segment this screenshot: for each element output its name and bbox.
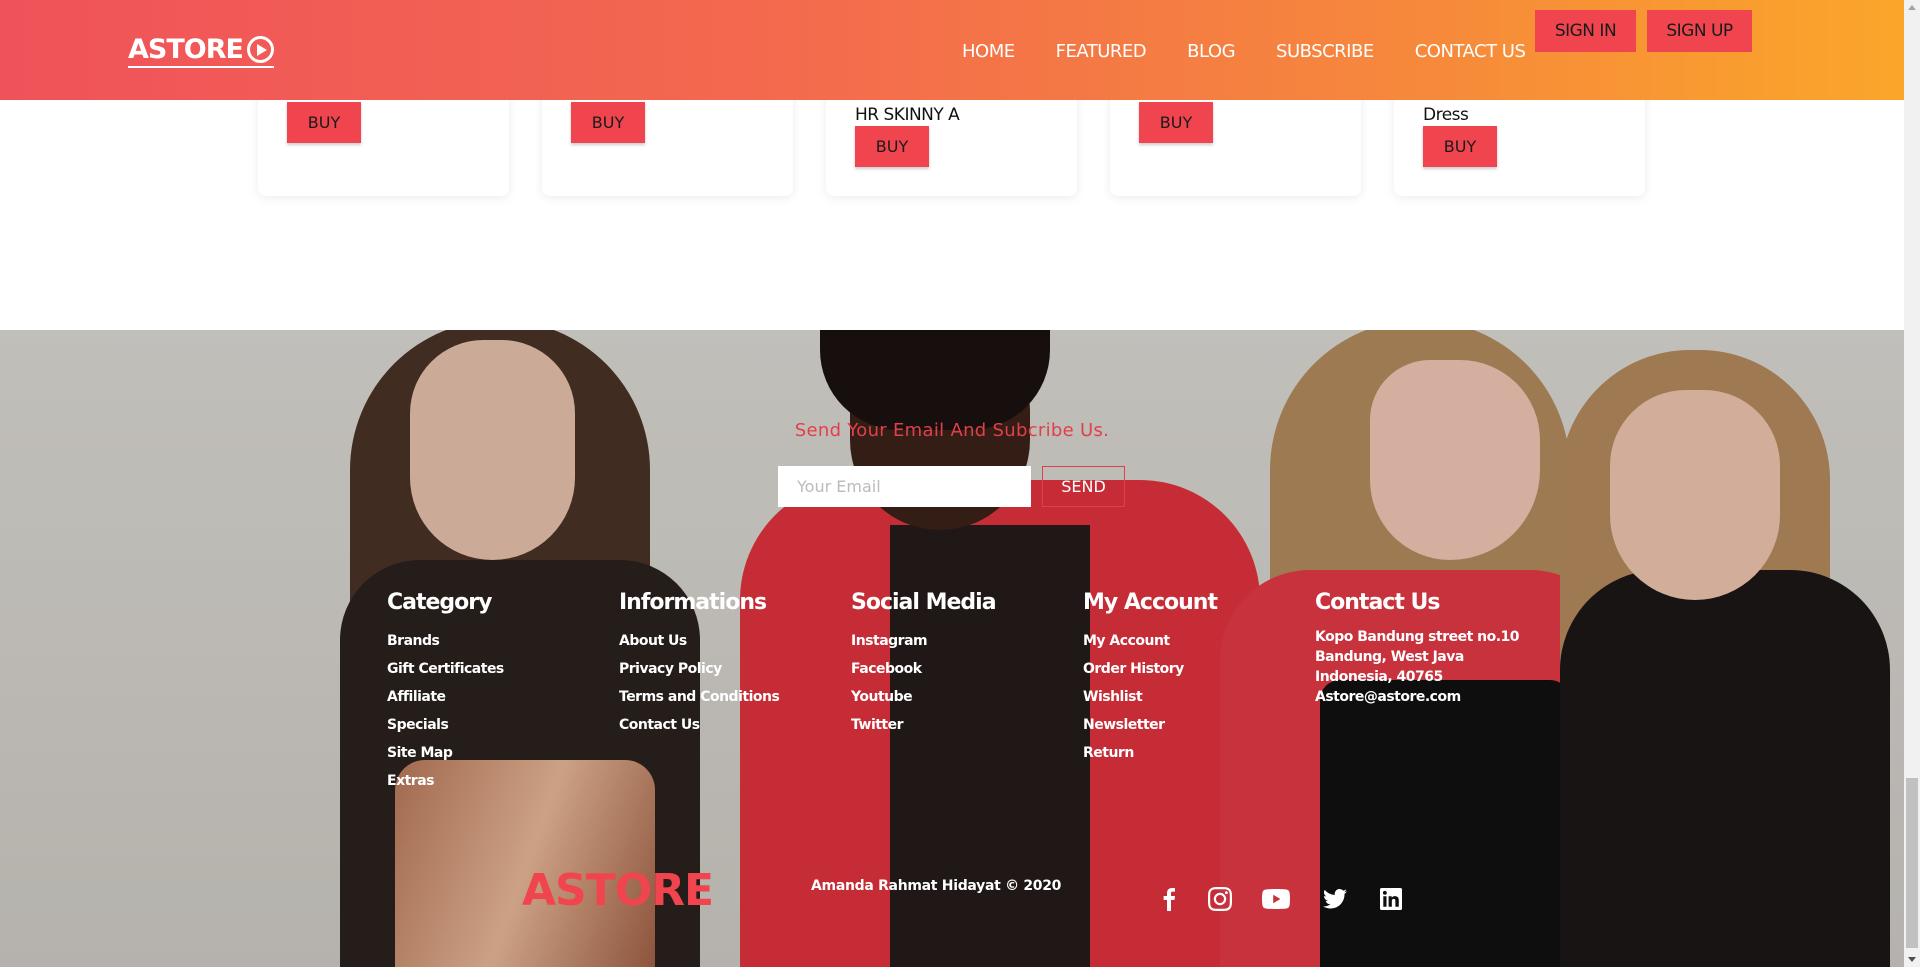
footer-link[interactable]: Site Map bbox=[387, 745, 453, 761]
nav-blog[interactable]: BLOG bbox=[1187, 41, 1235, 62]
site-header: ASTORE HOME FEATURED BLOG SUBSCRIBE CONT… bbox=[0, 0, 1904, 100]
footer-link[interactable]: Privacy Policy bbox=[619, 661, 722, 677]
scroll-down-arrow-icon[interactable] bbox=[1908, 957, 1916, 962]
site-footer: Send Your Email And Subcribe Us. SEND Ca… bbox=[0, 330, 1904, 967]
footer-link[interactable]: Twitter bbox=[851, 717, 904, 733]
buy-button[interactable]: BUY bbox=[1423, 126, 1497, 167]
footer-column-category: Category Brands Gift Certificates Affili… bbox=[387, 590, 504, 795]
column-title: Informations bbox=[619, 590, 767, 615]
nav-featured[interactable]: FEATURED bbox=[1056, 41, 1147, 62]
footer-link[interactable]: Newsletter bbox=[1083, 717, 1165, 733]
footer-link[interactable]: Contact Us bbox=[619, 717, 700, 733]
footer-link[interactable]: Return bbox=[1083, 745, 1134, 761]
nav-home[interactable]: HOME bbox=[962, 41, 1015, 62]
column-title: Contact Us bbox=[1315, 590, 1440, 615]
column-title: My Account bbox=[1083, 590, 1218, 615]
footer-link[interactable]: Instagram bbox=[851, 633, 928, 649]
copyright-text: Amanda Rahmat Hidayat © 2020 bbox=[811, 878, 1062, 894]
main-nav: HOME FEATURED BLOG SUBSCRIBE CONTACT US bbox=[962, 41, 1566, 62]
footer-link[interactable]: Youtube bbox=[851, 689, 913, 705]
nav-contact-us[interactable]: CONTACT US bbox=[1415, 41, 1526, 62]
footer-link[interactable]: Order History bbox=[1083, 661, 1184, 677]
linkedin-icon[interactable] bbox=[1376, 884, 1406, 914]
footer-link[interactable]: Gift Certificates bbox=[387, 661, 504, 677]
buy-button[interactable]: BUY bbox=[1139, 102, 1213, 143]
buy-button[interactable]: BUY bbox=[571, 102, 645, 143]
play-icon bbox=[246, 36, 274, 63]
footer-link[interactable]: Facebook bbox=[851, 661, 922, 677]
footer-link[interactable]: About Us bbox=[619, 633, 687, 649]
sign-in-button[interactable]: SIGN IN bbox=[1535, 10, 1636, 52]
facebook-icon[interactable] bbox=[1154, 884, 1184, 914]
footer-logo: ASTORE bbox=[522, 865, 714, 916]
youtube-icon[interactable] bbox=[1261, 884, 1291, 914]
product-name: Dress bbox=[1423, 105, 1469, 125]
twitter-icon[interactable] bbox=[1320, 884, 1350, 914]
contact-address-line: Bandung, West Java bbox=[1315, 649, 1464, 665]
footer-column-informations: Informations About Us Privacy Policy Ter… bbox=[619, 590, 780, 739]
product-name: HR SKINNY A bbox=[855, 105, 960, 125]
footer-column-social-media: Social Media Instagram Facebook Youtube … bbox=[851, 590, 997, 739]
footer-link[interactable]: My Account bbox=[1083, 633, 1170, 649]
contact-address-line: Indonesia, 40765 bbox=[1315, 669, 1443, 685]
buy-button[interactable]: BUY bbox=[855, 126, 929, 167]
scrollbar-thumb[interactable] bbox=[1906, 778, 1918, 948]
footer-link[interactable]: Affiliate bbox=[387, 689, 446, 705]
nav-subscribe[interactable]: SUBSCRIBE bbox=[1276, 41, 1374, 62]
email-input[interactable] bbox=[778, 466, 1031, 507]
column-title: Social Media bbox=[851, 590, 997, 615]
instagram-icon[interactable] bbox=[1205, 884, 1235, 914]
footer-link[interactable]: Brands bbox=[387, 633, 440, 649]
footer-link[interactable]: Specials bbox=[387, 717, 449, 733]
send-button[interactable]: SEND bbox=[1042, 466, 1125, 507]
logo-text: ASTORE bbox=[128, 34, 244, 65]
subscribe-title: Send Your Email And Subcribe Us. bbox=[794, 420, 1110, 441]
logo-link[interactable]: ASTORE bbox=[128, 34, 274, 68]
column-title: Category bbox=[387, 590, 492, 615]
buy-button[interactable]: BUY bbox=[287, 102, 361, 143]
footer-column-my-account: My Account My Account Order History Wish… bbox=[1083, 590, 1218, 767]
sign-up-button[interactable]: SIGN UP bbox=[1647, 10, 1752, 52]
contact-address-line: Kopo Bandung street no.10 bbox=[1315, 629, 1520, 645]
vertical-scrollbar[interactable] bbox=[1904, 0, 1920, 967]
contact-email: Astore@astore.com bbox=[1315, 689, 1461, 705]
footer-link[interactable]: Wishlist bbox=[1083, 689, 1143, 705]
footer-column-contact-us: Contact Us Kopo Bandung street no.10 Ban… bbox=[1315, 590, 1520, 707]
scroll-up-arrow-icon[interactable] bbox=[1908, 5, 1916, 10]
footer-link[interactable]: Terms and Conditions bbox=[619, 689, 780, 705]
footer-link[interactable]: Extras bbox=[387, 773, 434, 789]
